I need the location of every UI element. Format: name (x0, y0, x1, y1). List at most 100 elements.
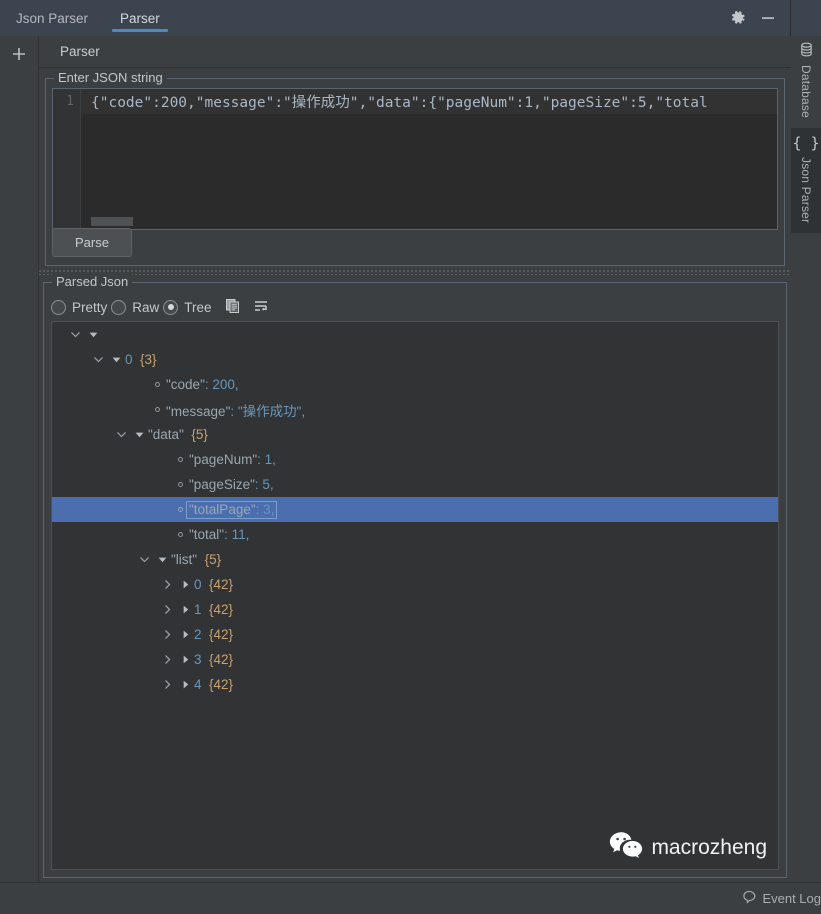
radio-dot-selected (163, 299, 179, 315)
titlebar-spacer (176, 0, 729, 36)
chevron-down-icon[interactable] (89, 354, 107, 365)
tree-row-label: "data" {5} (148, 427, 208, 442)
tree-row[interactable]: "pageNum": 1, (52, 447, 778, 472)
event-log-label[interactable]: Event Log (762, 891, 821, 906)
panel-title: Parser (39, 36, 791, 68)
tree-row-label: "totalPage": 3, (186, 500, 278, 519)
chevron-right-icon[interactable] (158, 629, 176, 640)
tree-row[interactable]: 0 {42} (52, 572, 778, 597)
stripe-button-label: Json Parser (799, 156, 813, 224)
output-group-title: Parsed Json (52, 274, 133, 289)
tree-row-label: "list" {5} (171, 552, 222, 567)
window-titlebar: Json Parser Parser (0, 0, 791, 36)
chevron-right-icon[interactable] (158, 679, 176, 690)
leaf-bullet-icon (171, 455, 189, 464)
tree-row[interactable]: "pageSize": 5, (52, 472, 778, 497)
wrap-text-icon[interactable] (252, 297, 272, 317)
tree-row-label: "total": 11, (189, 527, 250, 542)
input-actions: Parse (52, 228, 132, 257)
balloon-icon[interactable] (742, 890, 756, 907)
tab-json-parser[interactable]: Json Parser (0, 0, 104, 36)
tree-row[interactable]: "list" {5} (52, 547, 778, 572)
tree-row[interactable]: "message": "操作成功", (52, 397, 778, 422)
tab-label: Json Parser (16, 10, 89, 26)
json-tree[interactable]: 0 {3} "code": 200, "message": "操作成功", "data… (51, 321, 779, 870)
tree-row[interactable] (52, 322, 778, 347)
triangle-right-icon[interactable] (176, 604, 194, 615)
tree-row-label: 2 {42} (194, 627, 234, 642)
add-button[interactable] (7, 42, 31, 66)
gear-icon[interactable] (729, 9, 747, 27)
output-group: Parsed Json Pretty Raw Tree 0 {3} "code"… (43, 274, 787, 878)
triangle-right-icon[interactable] (176, 579, 194, 590)
stripe-button-json-parser[interactable]: { } Json Parser (791, 127, 821, 234)
leaf-bullet-icon (148, 405, 166, 414)
editor-body[interactable]: {"code":200,"message":"操作成功","data":{"pa… (81, 89, 777, 229)
editor-gutter: 1 (53, 89, 81, 229)
json-input-editor[interactable]: 1 {"code":200,"message":"操作成功","data":{"… (52, 88, 778, 230)
radio-raw[interactable]: Raw (111, 299, 160, 315)
triangle-down-icon[interactable] (153, 554, 171, 565)
parser-panel: Parser Enter JSON string 1 {"code":200,"… (39, 36, 791, 883)
triangle-down-icon[interactable] (84, 329, 102, 340)
parse-button[interactable]: Parse (52, 228, 132, 257)
copy-icon[interactable] (224, 297, 244, 317)
chevron-right-icon[interactable] (158, 654, 176, 665)
tree-row-label: 0 {3} (125, 352, 157, 367)
chevron-down-icon[interactable] (112, 429, 130, 440)
tree-row[interactable]: 2 {42} (52, 622, 778, 647)
tree-row-label: "pageNum": 1, (189, 452, 276, 467)
stripe-header-filler (791, 0, 821, 36)
panel-splitter[interactable] (39, 268, 791, 275)
input-group-title: Enter JSON string (54, 70, 167, 85)
tree-row-label: "code": 200, (166, 377, 239, 392)
radio-label: Raw (132, 299, 160, 315)
triangle-right-icon[interactable] (176, 654, 194, 665)
chevron-down-icon[interactable] (66, 329, 84, 340)
tree-row[interactable]: "code": 200, (52, 372, 778, 397)
line-number: 1 (66, 94, 74, 109)
leaf-bullet-icon (171, 530, 189, 539)
braces-icon: { } (792, 133, 820, 152)
tab-label: Parser (120, 10, 160, 26)
radio-dot (51, 299, 66, 315)
tree-row-label: 3 {42} (194, 652, 234, 667)
tree-row-label: 4 {42} (194, 677, 234, 692)
triangle-right-icon[interactable] (176, 629, 194, 640)
chevron-down-icon[interactable] (135, 554, 153, 565)
titlebar-actions (729, 0, 791, 36)
stripe-button-label: Database (799, 65, 813, 118)
tree-row-label: 0 {42} (194, 577, 234, 592)
chevron-right-icon[interactable] (158, 579, 176, 590)
radio-label: Pretty (72, 299, 108, 315)
tree-row[interactable]: 1 {42} (52, 597, 778, 622)
minimize-icon[interactable] (759, 9, 777, 27)
tool-window-stripe-right: Database { } Json Parser (790, 0, 821, 883)
tree-row[interactable]: 4 {42} (52, 672, 778, 697)
tree-row-label: "message": "操作成功", (166, 403, 306, 419)
radio-tree[interactable]: Tree (163, 299, 212, 315)
stripe-button-database[interactable]: Database (791, 36, 821, 128)
leaf-bullet-icon (171, 480, 189, 489)
tree-row[interactable]: "totalPage": 3, (52, 497, 778, 522)
tab-active-underline (112, 29, 168, 32)
database-icon (799, 42, 814, 60)
triangle-down-icon[interactable] (107, 354, 125, 365)
chevron-right-icon[interactable] (158, 604, 176, 615)
tab-parser[interactable]: Parser (104, 0, 176, 36)
triangle-down-icon[interactable] (130, 429, 148, 440)
tree-row[interactable]: "total": 11, (52, 522, 778, 547)
radio-pretty[interactable]: Pretty (51, 299, 108, 315)
triangle-right-icon[interactable] (176, 679, 194, 690)
tree-row-label: 1 {42} (194, 602, 234, 617)
tree-row[interactable]: "data" {5} (52, 422, 778, 447)
editor-horizontal-scrollbar[interactable] (81, 217, 777, 226)
tree-row[interactable]: 0 {3} (52, 347, 778, 372)
radio-dot (111, 299, 127, 315)
tree-row[interactable]: 3 {42} (52, 647, 778, 672)
scrollbar-thumb[interactable] (91, 217, 133, 226)
tree-row-label: "pageSize": 5, (189, 477, 274, 492)
json-input-value[interactable]: {"code":200,"message":"操作成功","data":{"pa… (81, 89, 777, 114)
ide-window: Json Parser Parser Database {} Json Par… (0, 0, 821, 914)
status-bar: Event Log (0, 882, 821, 914)
